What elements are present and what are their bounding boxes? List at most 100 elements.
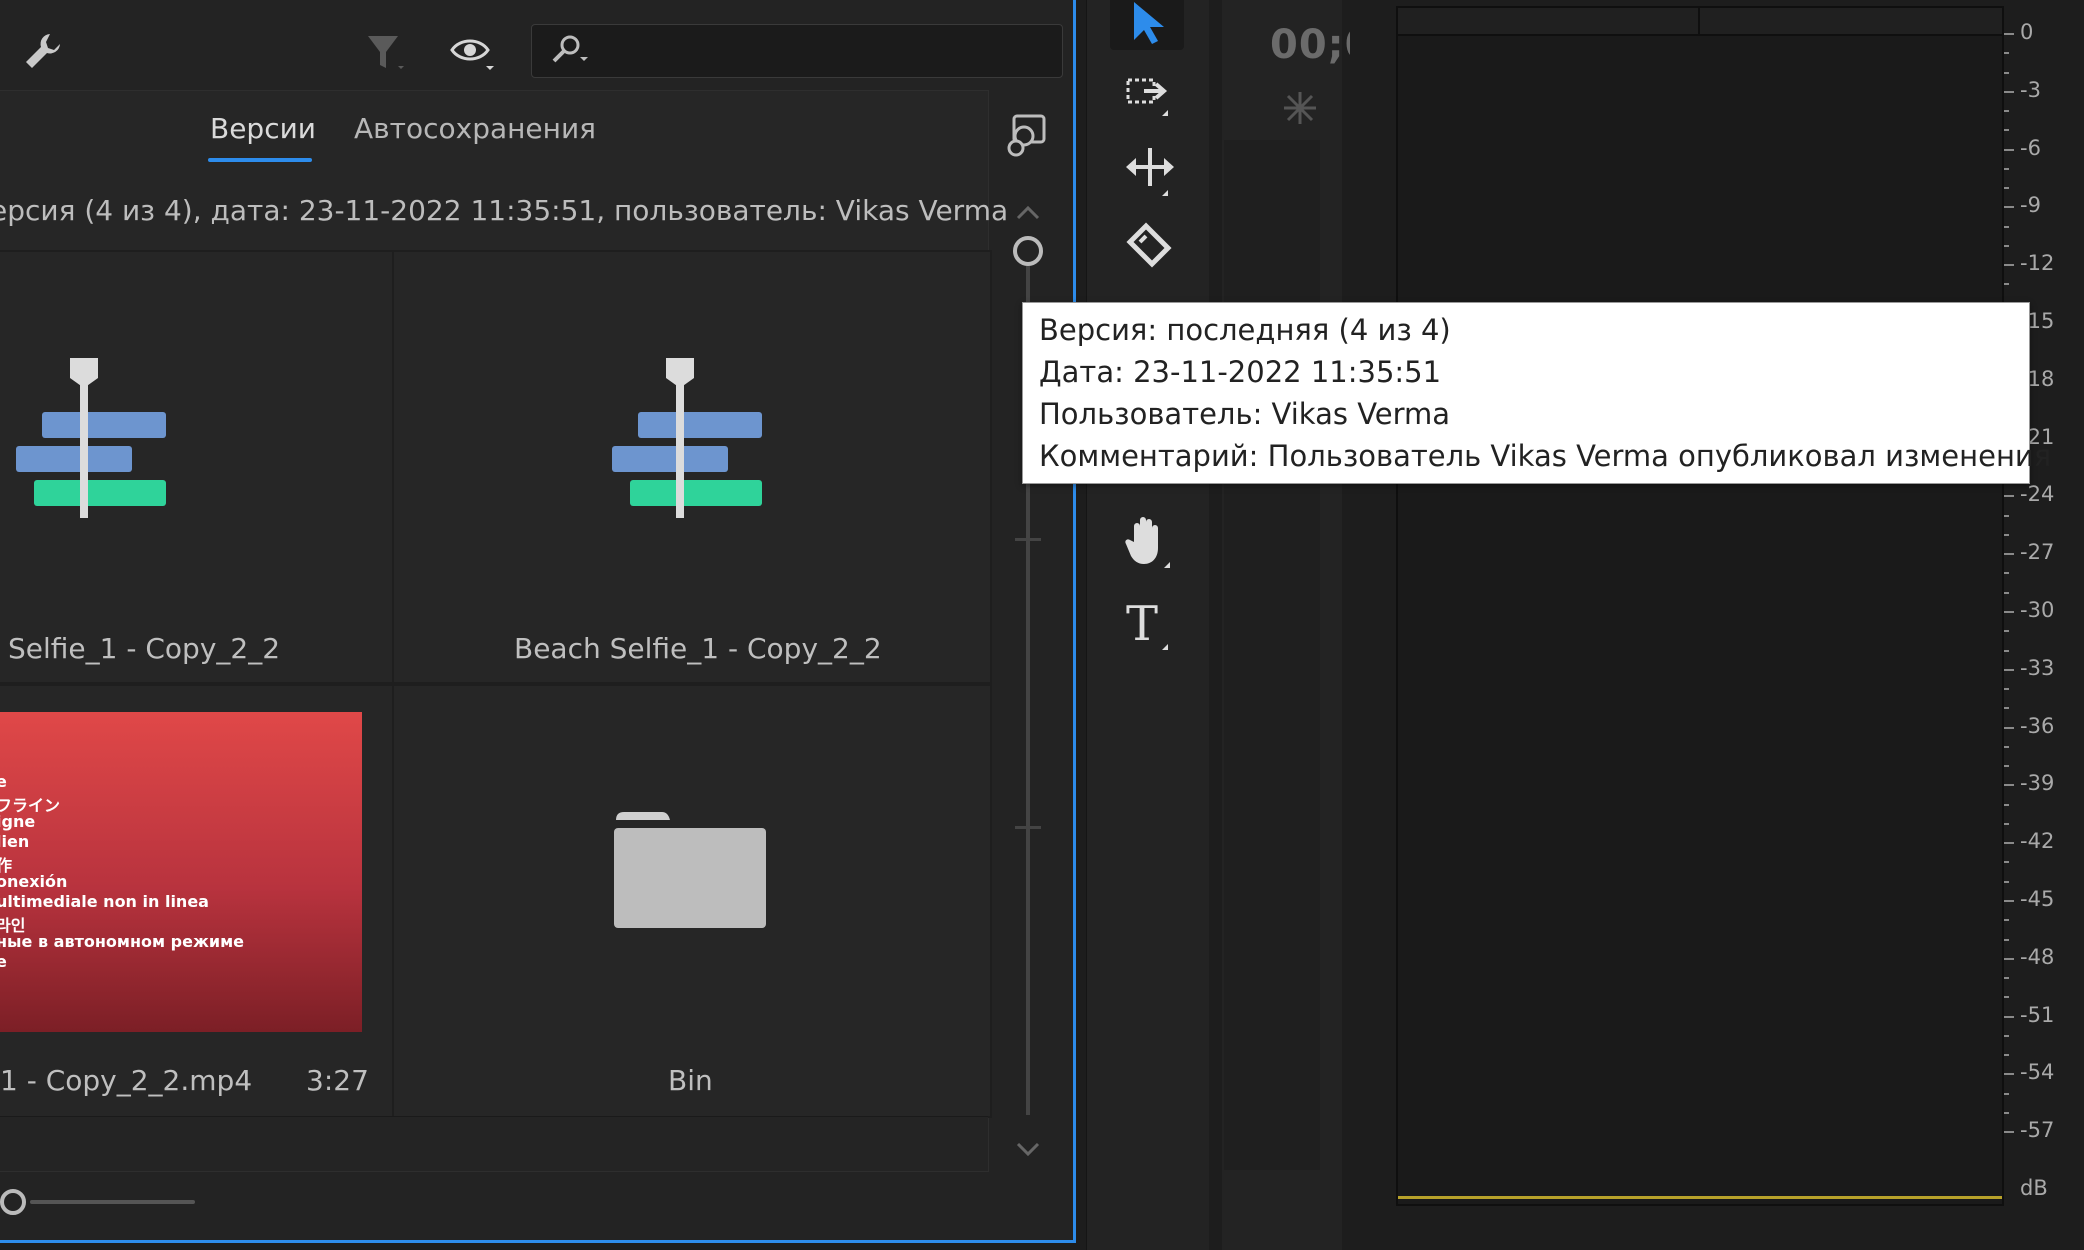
razor-tool-button[interactable] (1110, 214, 1184, 278)
eye-icon[interactable] (450, 34, 496, 74)
sequence-icon (16, 356, 168, 524)
db-minor-tick (2004, 803, 2009, 806)
db-minor-tick (2004, 52, 2009, 55)
db-tick (2004, 1015, 2014, 1018)
item-label: 1 - Copy_2_2.mp4 (0, 1064, 253, 1097)
db-tick (2004, 842, 2014, 845)
sequence-icon (612, 356, 764, 524)
timeline-canvas[interactable] (1396, 6, 2004, 1206)
db-tick (2004, 668, 2014, 671)
db-label: -51 (2020, 1002, 2055, 1027)
zoom-slider-handle[interactable] (0, 1189, 26, 1215)
db-minor-tick (2004, 919, 2009, 922)
db-minor-tick (2004, 822, 2009, 825)
tooltip-date: Дата: 23-11-2022 11:35:51 (1039, 355, 1442, 389)
db-tick (2004, 33, 2014, 35)
db-label: -30 (2020, 598, 2055, 622)
type-tool-button[interactable]: T (1110, 590, 1184, 654)
scroll-down-icon[interactable] (1016, 1142, 1040, 1162)
tab-versions[interactable]: Версии (210, 112, 316, 145)
search-input[interactable] (531, 24, 1063, 78)
db-minor-tick (2004, 572, 2009, 575)
wrench-icon[interactable] (22, 30, 64, 72)
db-minor-tick (2004, 688, 2009, 691)
db-label: -54 (2020, 1060, 2055, 1085)
db-minor-tick (2004, 861, 2009, 864)
db-label: -42 (2020, 829, 2055, 854)
thumb-text: igne (0, 812, 36, 831)
track-select-tool-button[interactable] (1110, 62, 1184, 126)
item-label: Selfie_1 - Copy_2_2 (8, 632, 281, 665)
db-minor-tick (2004, 110, 2009, 113)
video-thumbnail: e フライン igne lien 作 onexión ultimediale n… (0, 712, 362, 1032)
db-tick (2004, 1131, 2014, 1134)
ripple-edit-tool-button[interactable] (1110, 138, 1184, 202)
item-label: Bin (668, 1064, 713, 1097)
version-scroll-handle[interactable] (1013, 236, 1043, 266)
db-label: -6 (2020, 135, 2041, 160)
db-minor-tick (2004, 996, 2009, 999)
selection-tool-button[interactable] (1110, 0, 1184, 50)
db-label: -39 (2020, 771, 2055, 796)
hand-tool-button[interactable] (1110, 510, 1184, 574)
scroll-up-icon[interactable] (1016, 204, 1040, 224)
db-tick (2004, 611, 2014, 613)
db-label: -27 (2020, 540, 2055, 565)
db-label: -45 (2020, 887, 2055, 911)
db-minor-tick (2004, 938, 2009, 941)
db-label: 0 (2020, 20, 2034, 44)
audio-meter-baseline (1398, 1196, 2002, 1199)
db-tick (2004, 957, 2014, 960)
db-minor-tick (2004, 707, 2009, 710)
db-minor-tick (2004, 129, 2009, 132)
db-minor-tick (2004, 1034, 2009, 1037)
db-tick (2004, 1073, 2014, 1076)
scroll-tick (1015, 826, 1041, 829)
db-tick (2004, 495, 2014, 498)
active-tab-indicator (208, 158, 312, 162)
db-label: -24 (2020, 482, 2055, 507)
scroll-tick (1015, 538, 1041, 541)
db-minor-tick (2004, 630, 2009, 633)
db-label: -48 (2020, 944, 2055, 969)
version-info-text: ерсия (4 из 4), дата: 23-11-2022 11:35:5… (0, 194, 1009, 227)
db-minor-tick (2004, 225, 2009, 228)
db-tick (2004, 264, 2014, 267)
tooltip-user: Пользователь: Vikas Verma (1039, 397, 1451, 431)
db-tick (2004, 784, 2014, 787)
db-minor-tick (2004, 880, 2009, 883)
link-versions-icon[interactable] (1006, 114, 1048, 162)
item-duration: 3:27 (306, 1064, 369, 1097)
ruler-divider (1698, 8, 1700, 36)
db-minor-tick (2004, 167, 2009, 170)
panel-footer (0, 1116, 988, 1171)
thumb-text: e (0, 772, 7, 791)
filter-icon[interactable] (366, 32, 406, 74)
db-minor-tick (2004, 71, 2009, 74)
db-tick (2004, 900, 2014, 902)
db-minor-tick (2004, 514, 2009, 517)
tab-autosaves[interactable]: Автосохранения (354, 112, 596, 145)
db-minor-tick (2004, 977, 2009, 980)
search-icon (548, 33, 592, 73)
db-label: -36 (2020, 713, 2055, 738)
db-minor-tick (2004, 187, 2009, 190)
db-label: -33 (2020, 655, 2055, 680)
thumb-text: lien (0, 832, 30, 851)
db-minor-tick (2004, 765, 2009, 768)
db-minor-tick (2004, 745, 2009, 748)
db-minor-tick (2004, 649, 2009, 652)
tooltip-version: Версия: последняя (4 из 4) (1039, 313, 1451, 347)
timeline-ruler (1398, 8, 2002, 36)
thumb-text: onexión (0, 872, 68, 891)
thumb-text: ultimediale non in linea (0, 892, 209, 911)
db-tick (2004, 148, 2014, 151)
db-minor-tick (2004, 244, 2009, 247)
db-tick (2004, 90, 2014, 93)
db-minor-tick (2004, 1054, 2009, 1057)
folder-icon (614, 810, 766, 934)
snap-icon[interactable] (1280, 88, 1320, 132)
zoom-slider-track[interactable] (30, 1200, 195, 1204)
item-label: Beach Selfie_1 - Copy_2_2 (514, 632, 882, 665)
db-label: -57 (2020, 1118, 2055, 1143)
